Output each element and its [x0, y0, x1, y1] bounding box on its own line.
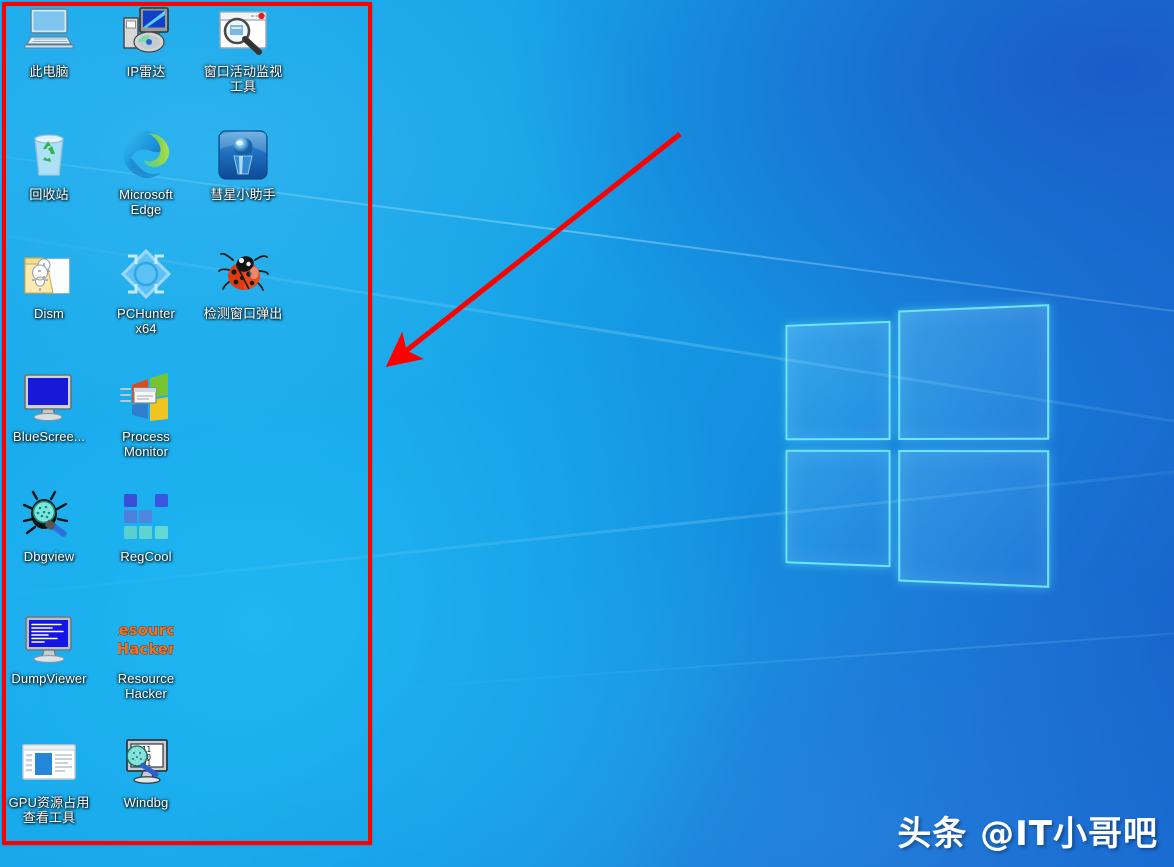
pchunter-icon	[118, 246, 174, 302]
regcool-icon	[118, 489, 174, 545]
watermark-text: 头条 @IT小哥吧	[897, 814, 1158, 854]
desktop-icon-window-monitor[interactable]: 窗口活动监视 工具	[194, 4, 292, 94]
process-monitor-icon	[118, 369, 174, 425]
desktop-icon-this-pc[interactable]: 此电脑	[0, 4, 98, 79]
this-pc-icon	[21, 4, 77, 60]
ip-radar-icon	[118, 4, 174, 60]
windbg-icon: 101101101001	[118, 735, 174, 791]
desktop[interactable]: 此电脑 IP雷达 窗口活动监视 工具 回收站 Microsoft Edge 彗星…	[0, 0, 1174, 867]
desktop-icon-label: Windbg	[123, 795, 169, 810]
windows-logo-pane	[898, 449, 1050, 588]
desktop-icon-bluescreen[interactable]: BlueScree...	[0, 369, 98, 444]
desktop-icon-dbgview[interactable]: Dbgview	[0, 489, 98, 564]
windows-logo-pane	[898, 304, 1050, 441]
window-monitor-icon	[215, 4, 271, 60]
desktop-icon-label: 检测窗口弹出	[203, 306, 283, 321]
desktop-icon-pchunter[interactable]: PCHunter x64	[97, 246, 195, 336]
windows-logo-pane	[785, 449, 891, 568]
windows-logo-wallpaper	[780, 304, 1053, 588]
desktop-icon-ladybug[interactable]: 检测窗口弹出	[194, 246, 292, 321]
gpu-usage-icon	[21, 735, 77, 791]
desktop-icon-recycle-bin[interactable]: 回收站	[0, 127, 98, 202]
desktop-icon-label: 回收站	[29, 187, 69, 202]
desktop-icon-label: 彗星小助手	[210, 187, 276, 202]
desktop-icon-regcool[interactable]: RegCool	[97, 489, 195, 564]
desktop-icon-label: Resource Hacker	[117, 671, 175, 701]
bluescreen-icon	[21, 369, 77, 425]
desktop-icon-resource-hacker[interactable]: Resource HackerResourceHacker	[97, 611, 195, 701]
desktop-icon-windbg[interactable]: 101101101001 Windbg	[97, 735, 195, 810]
desktop-icon-label: IP雷达	[126, 64, 166, 79]
recycle-bin-icon	[21, 127, 77, 183]
desktop-icon-microsoft-edge[interactable]: Microsoft Edge	[97, 127, 195, 217]
desktop-icon-gpu-usage[interactable]: GPU资源占用 查看工具	[0, 735, 98, 825]
desktop-icon-label: DumpViewer	[11, 671, 87, 686]
desktop-icon-grid: 此电脑 IP雷达 窗口活动监视 工具 回收站 Microsoft Edge 彗星…	[0, 0, 372, 848]
svg-text:Resource: Resource	[118, 621, 174, 639]
desktop-icon-label: Microsoft Edge	[119, 187, 173, 217]
comet-assistant-icon	[215, 127, 271, 183]
desktop-icon-ip-radar[interactable]: IP雷达	[97, 4, 195, 79]
desktop-icon-label: Dbgview	[23, 549, 75, 564]
desktop-icon-label: RegCool	[120, 549, 172, 564]
desktop-icon-label: BlueScree...	[12, 429, 85, 444]
dbgview-icon	[21, 489, 77, 545]
desktop-icon-label: 窗口活动监视 工具	[203, 64, 283, 94]
desktop-icon-comet-assistant[interactable]: 彗星小助手	[194, 127, 292, 202]
desktop-icon-label: GPU资源占用 查看工具	[8, 795, 90, 825]
desktop-icon-dumpviewer[interactable]: DumpViewer	[0, 611, 98, 686]
dism-folder-icon	[21, 246, 77, 302]
desktop-icon-label: PCHunter x64	[117, 306, 175, 336]
desktop-icon-process-monitor[interactable]: Process Monitor	[97, 369, 195, 459]
desktop-icon-dism-folder[interactable]: Dism	[0, 246, 98, 321]
desktop-icon-label: Process Monitor	[122, 429, 170, 459]
microsoft-edge-icon	[118, 127, 174, 183]
windows-logo-pane	[785, 320, 891, 441]
resource-hacker-icon: Resource Hacker	[106, 611, 185, 667]
desktop-icon-label: Dism	[33, 306, 64, 321]
svg-text:Hacker: Hacker	[118, 640, 174, 658]
dumpviewer-icon	[21, 611, 77, 667]
ladybug-icon	[215, 246, 271, 302]
desktop-icon-label: 此电脑	[29, 64, 69, 79]
